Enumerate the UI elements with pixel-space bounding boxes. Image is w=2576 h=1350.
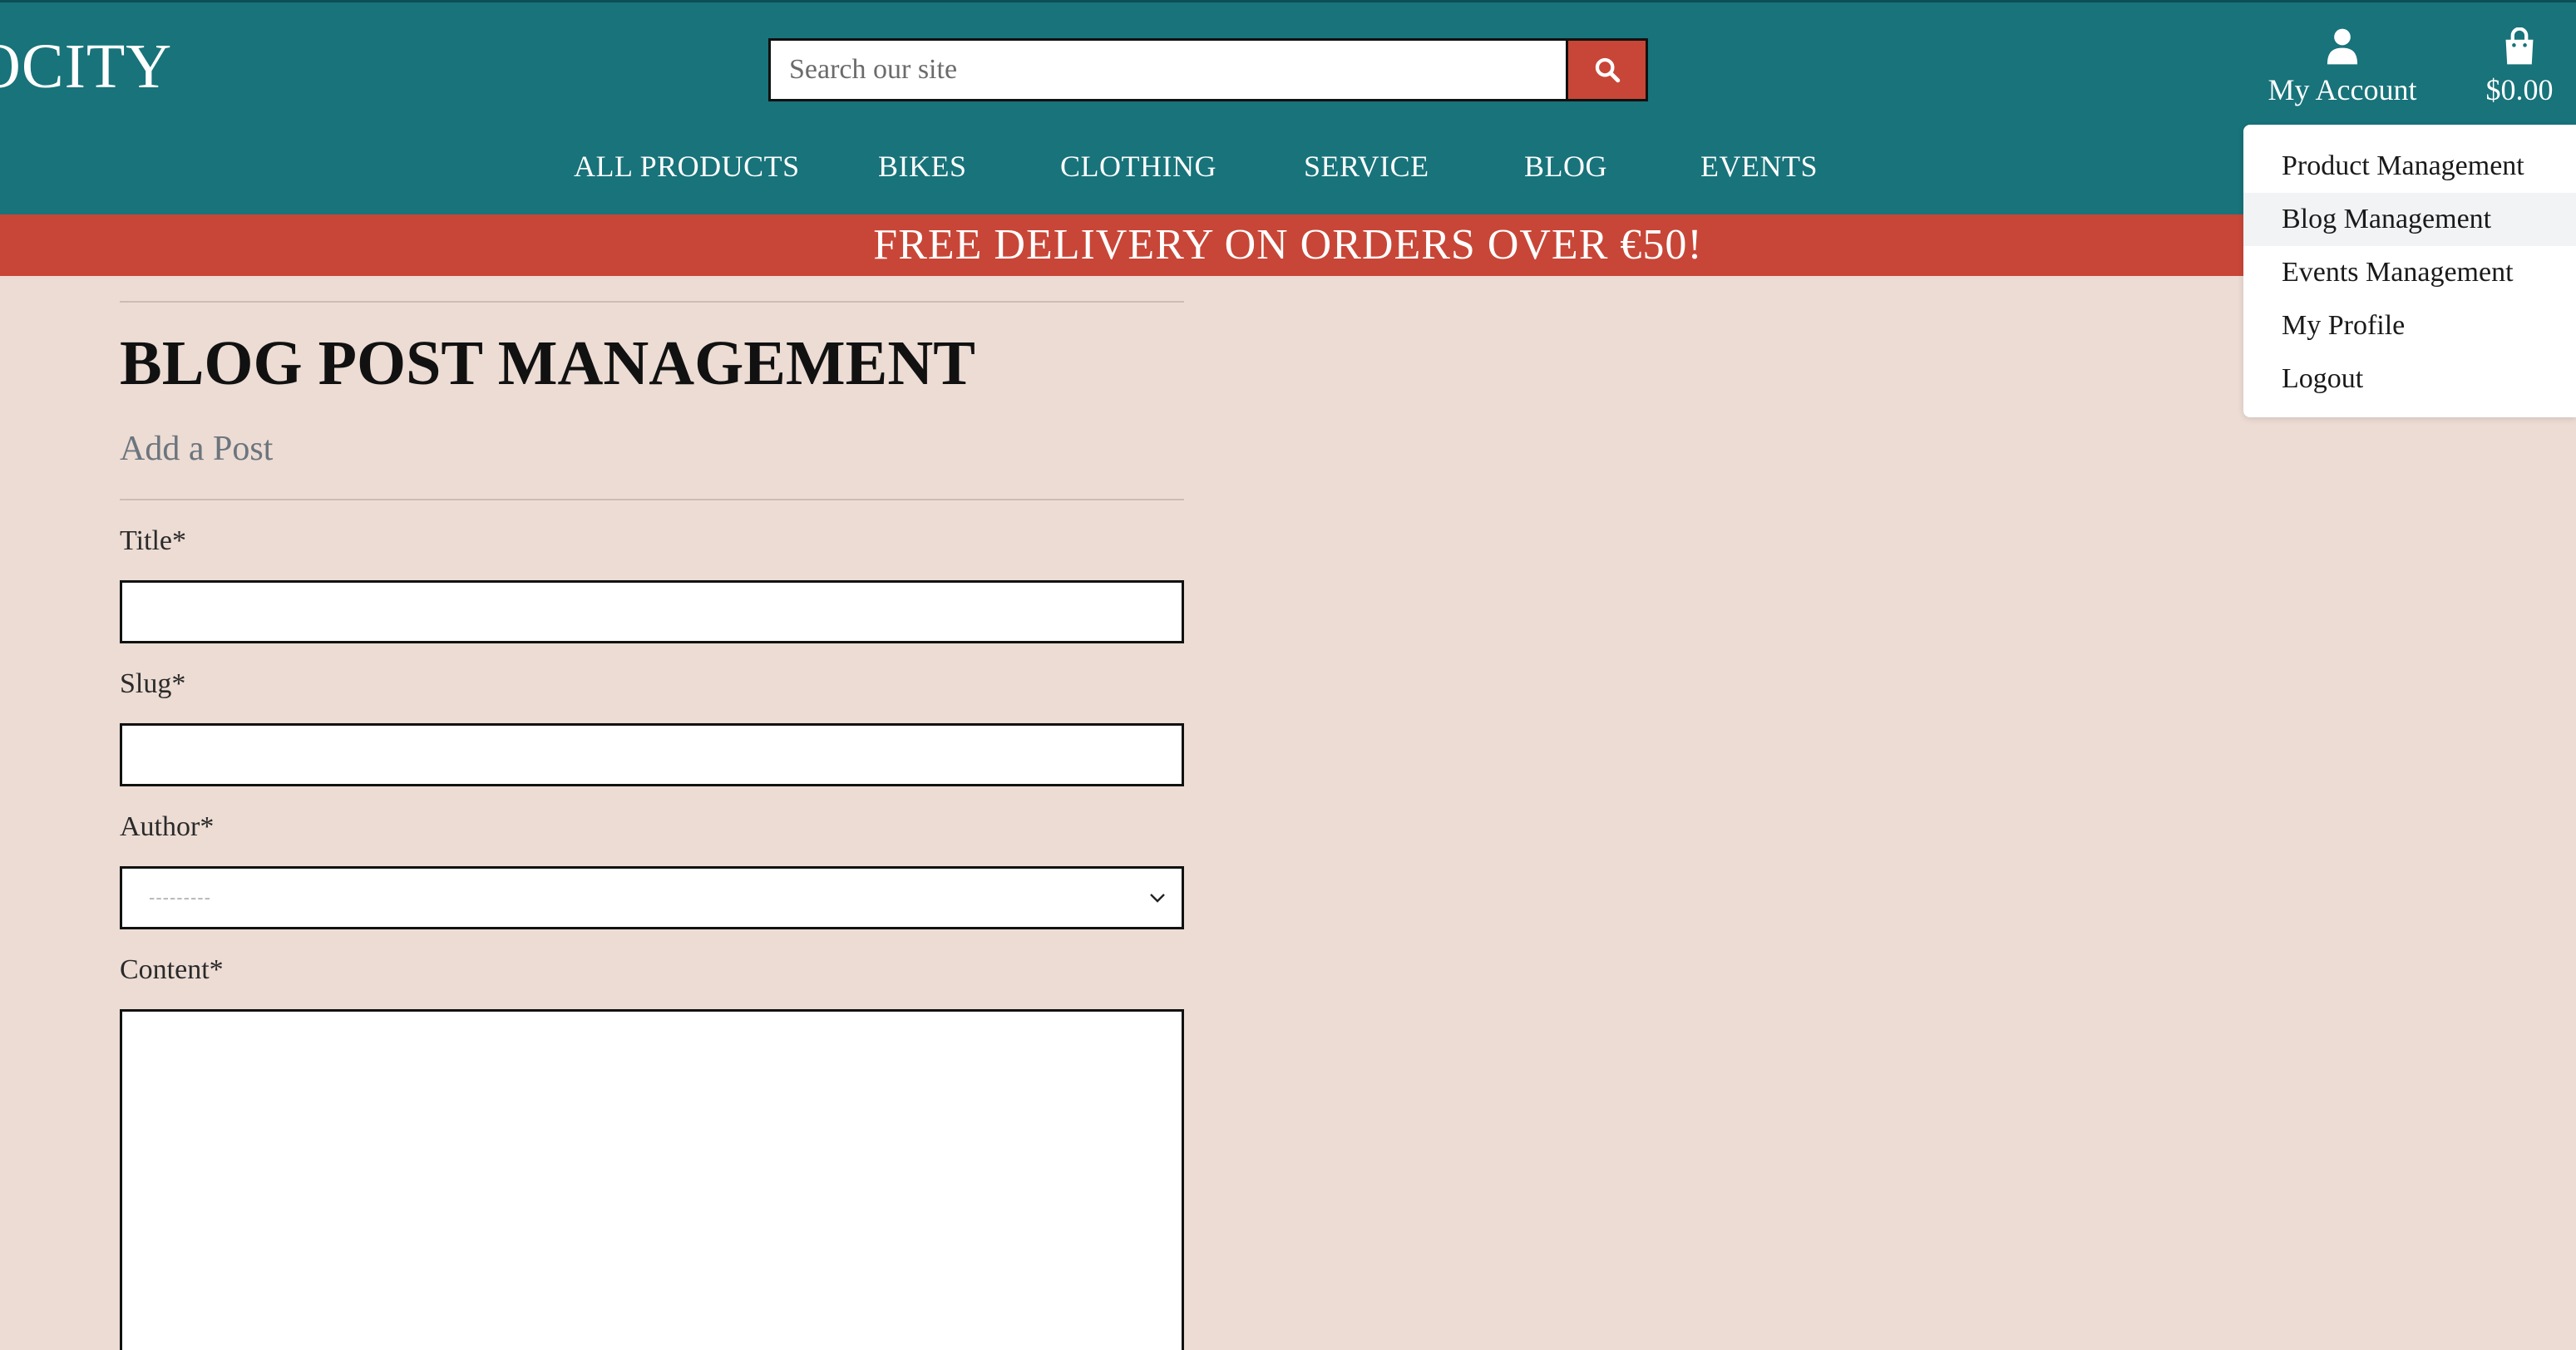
nav-blog[interactable]: BLOG	[1524, 149, 1607, 184]
author-label: Author*	[120, 811, 215, 842]
search-button[interactable]	[1566, 41, 1646, 99]
search-input[interactable]	[771, 41, 1566, 99]
slug-input[interactable]	[120, 723, 1184, 786]
slug-label: Slug*	[120, 668, 186, 699]
author-select[interactable]: ---------	[120, 866, 1184, 929]
site-header: OCITY My Account	[0, 0, 2576, 214]
cart-total: $0.00	[2485, 73, 2554, 106]
menu-item-my-profile[interactable]: My Profile	[2243, 299, 2576, 352]
nav-bikes[interactable]: BIKES	[878, 149, 967, 184]
nav-all-products[interactable]: ALL PRODUCTS	[574, 149, 800, 184]
menu-item-events-management[interactable]: Events Management	[2243, 246, 2576, 299]
menu-item-logout[interactable]: Logout	[2243, 352, 2576, 406]
title-label: Title*	[120, 525, 187, 556]
content-textarea[interactable]	[120, 1009, 1184, 1350]
my-account-label: My Account	[2268, 73, 2417, 106]
chevron-down-icon	[1150, 894, 1165, 903]
divider	[120, 301, 1184, 303]
user-icon	[2327, 28, 2358, 65]
search-icon	[1595, 57, 1620, 83]
account-dropdown-menu: Product Management Blog Management Event…	[2243, 125, 2576, 417]
nav-service[interactable]: SERVICE	[1304, 149, 1429, 184]
nav-events[interactable]: EVENTS	[1700, 149, 1818, 184]
page-subtitle: Add a Post	[120, 430, 274, 468]
shopping-bag-icon	[2505, 27, 2534, 65]
main-nav: ALL PRODUCTS BIKES CLOTHING SERVICE BLOG…	[0, 149, 2576, 190]
my-account-link[interactable]: My Account	[2263, 27, 2421, 107]
nav-clothing[interactable]: CLOTHING	[1060, 149, 1216, 184]
cart-link[interactable]: $0.00	[2478, 27, 2561, 107]
menu-item-blog-management[interactable]: Blog Management	[2243, 193, 2576, 246]
title-input[interactable]	[120, 580, 1184, 643]
page: OCITY My Account	[0, 0, 2576, 1350]
divider	[120, 499, 1184, 500]
menu-item-product-management[interactable]: Product Management	[2243, 140, 2576, 193]
author-selected-value: ---------	[149, 887, 211, 908]
page-title: BLOG POST MANAGEMENT	[120, 328, 975, 398]
free-delivery-banner: FREE DELIVERY ON ORDERS OVER €50!	[0, 214, 2576, 276]
content-label: Content*	[120, 954, 224, 985]
site-logo[interactable]: OCITY	[0, 31, 172, 103]
search-bar	[768, 38, 1648, 101]
